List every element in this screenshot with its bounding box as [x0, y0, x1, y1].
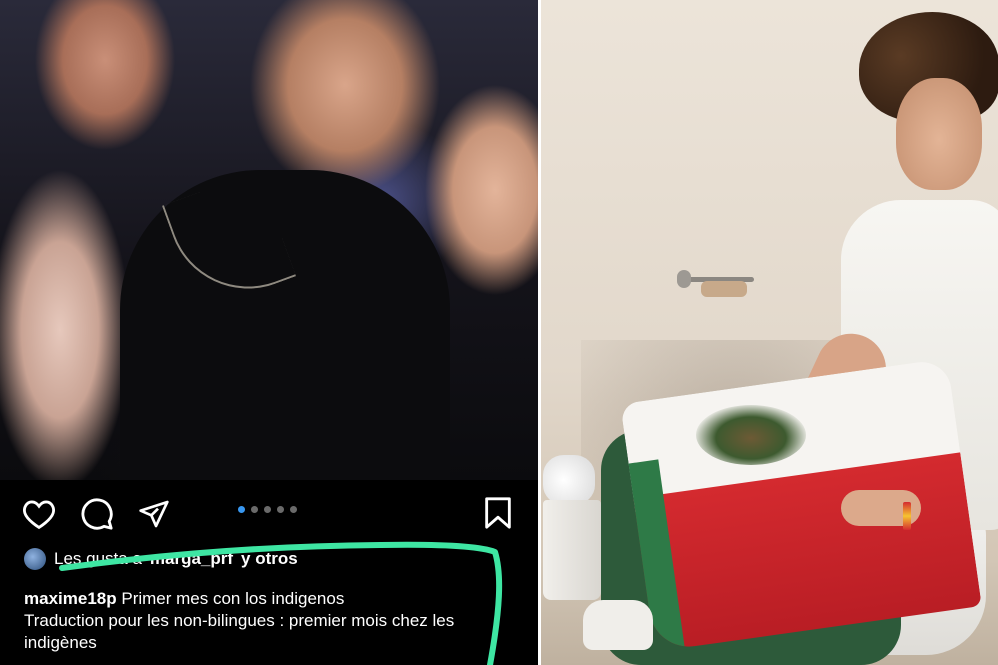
trash-bin [543, 500, 601, 600]
face [896, 78, 982, 190]
mexican-flag [620, 358, 982, 652]
post-caption: maxime18p Primer mes con los indigenos T… [24, 588, 504, 654]
likes-prefix: Les gusta a [54, 549, 142, 568]
instagram-post-screenshot: Les gusta a marga_prf y otros maxime18p … [0, 0, 538, 665]
liker-avatar[interactable] [24, 548, 46, 570]
likes-row[interactable]: Les gusta a marga_prf y otros [24, 548, 298, 570]
liker-username[interactable]: marga_prf [150, 549, 233, 569]
trash-paper [543, 455, 595, 505]
carousel-dot [290, 506, 297, 513]
toilet-paper-roll [701, 281, 747, 297]
paper-plane-share-icon[interactable] [137, 498, 171, 530]
heart-icon[interactable] [22, 498, 56, 530]
sneaker [583, 600, 653, 650]
carousel-dot-active [238, 506, 245, 513]
caption-username[interactable]: maxime18p [24, 589, 117, 608]
bookmark-icon[interactable] [483, 496, 513, 530]
carousel-dot [264, 506, 271, 513]
likes-suffix[interactable]: y otros [241, 549, 298, 569]
caption-translation: Traduction pour les non-bilingues : prem… [24, 611, 455, 652]
toilet-paper-holder [677, 268, 754, 297]
caption-text: Primer mes con los indigenos [121, 589, 345, 608]
carousel-indicator [238, 506, 297, 513]
post-photo[interactable] [0, 0, 538, 480]
comment-bubble-icon[interactable] [80, 497, 114, 531]
wristband [903, 502, 911, 530]
carousel-dot [251, 506, 258, 513]
carousel-dot [277, 506, 284, 513]
bathroom-photo [541, 0, 998, 665]
flag-emblem [696, 405, 806, 465]
